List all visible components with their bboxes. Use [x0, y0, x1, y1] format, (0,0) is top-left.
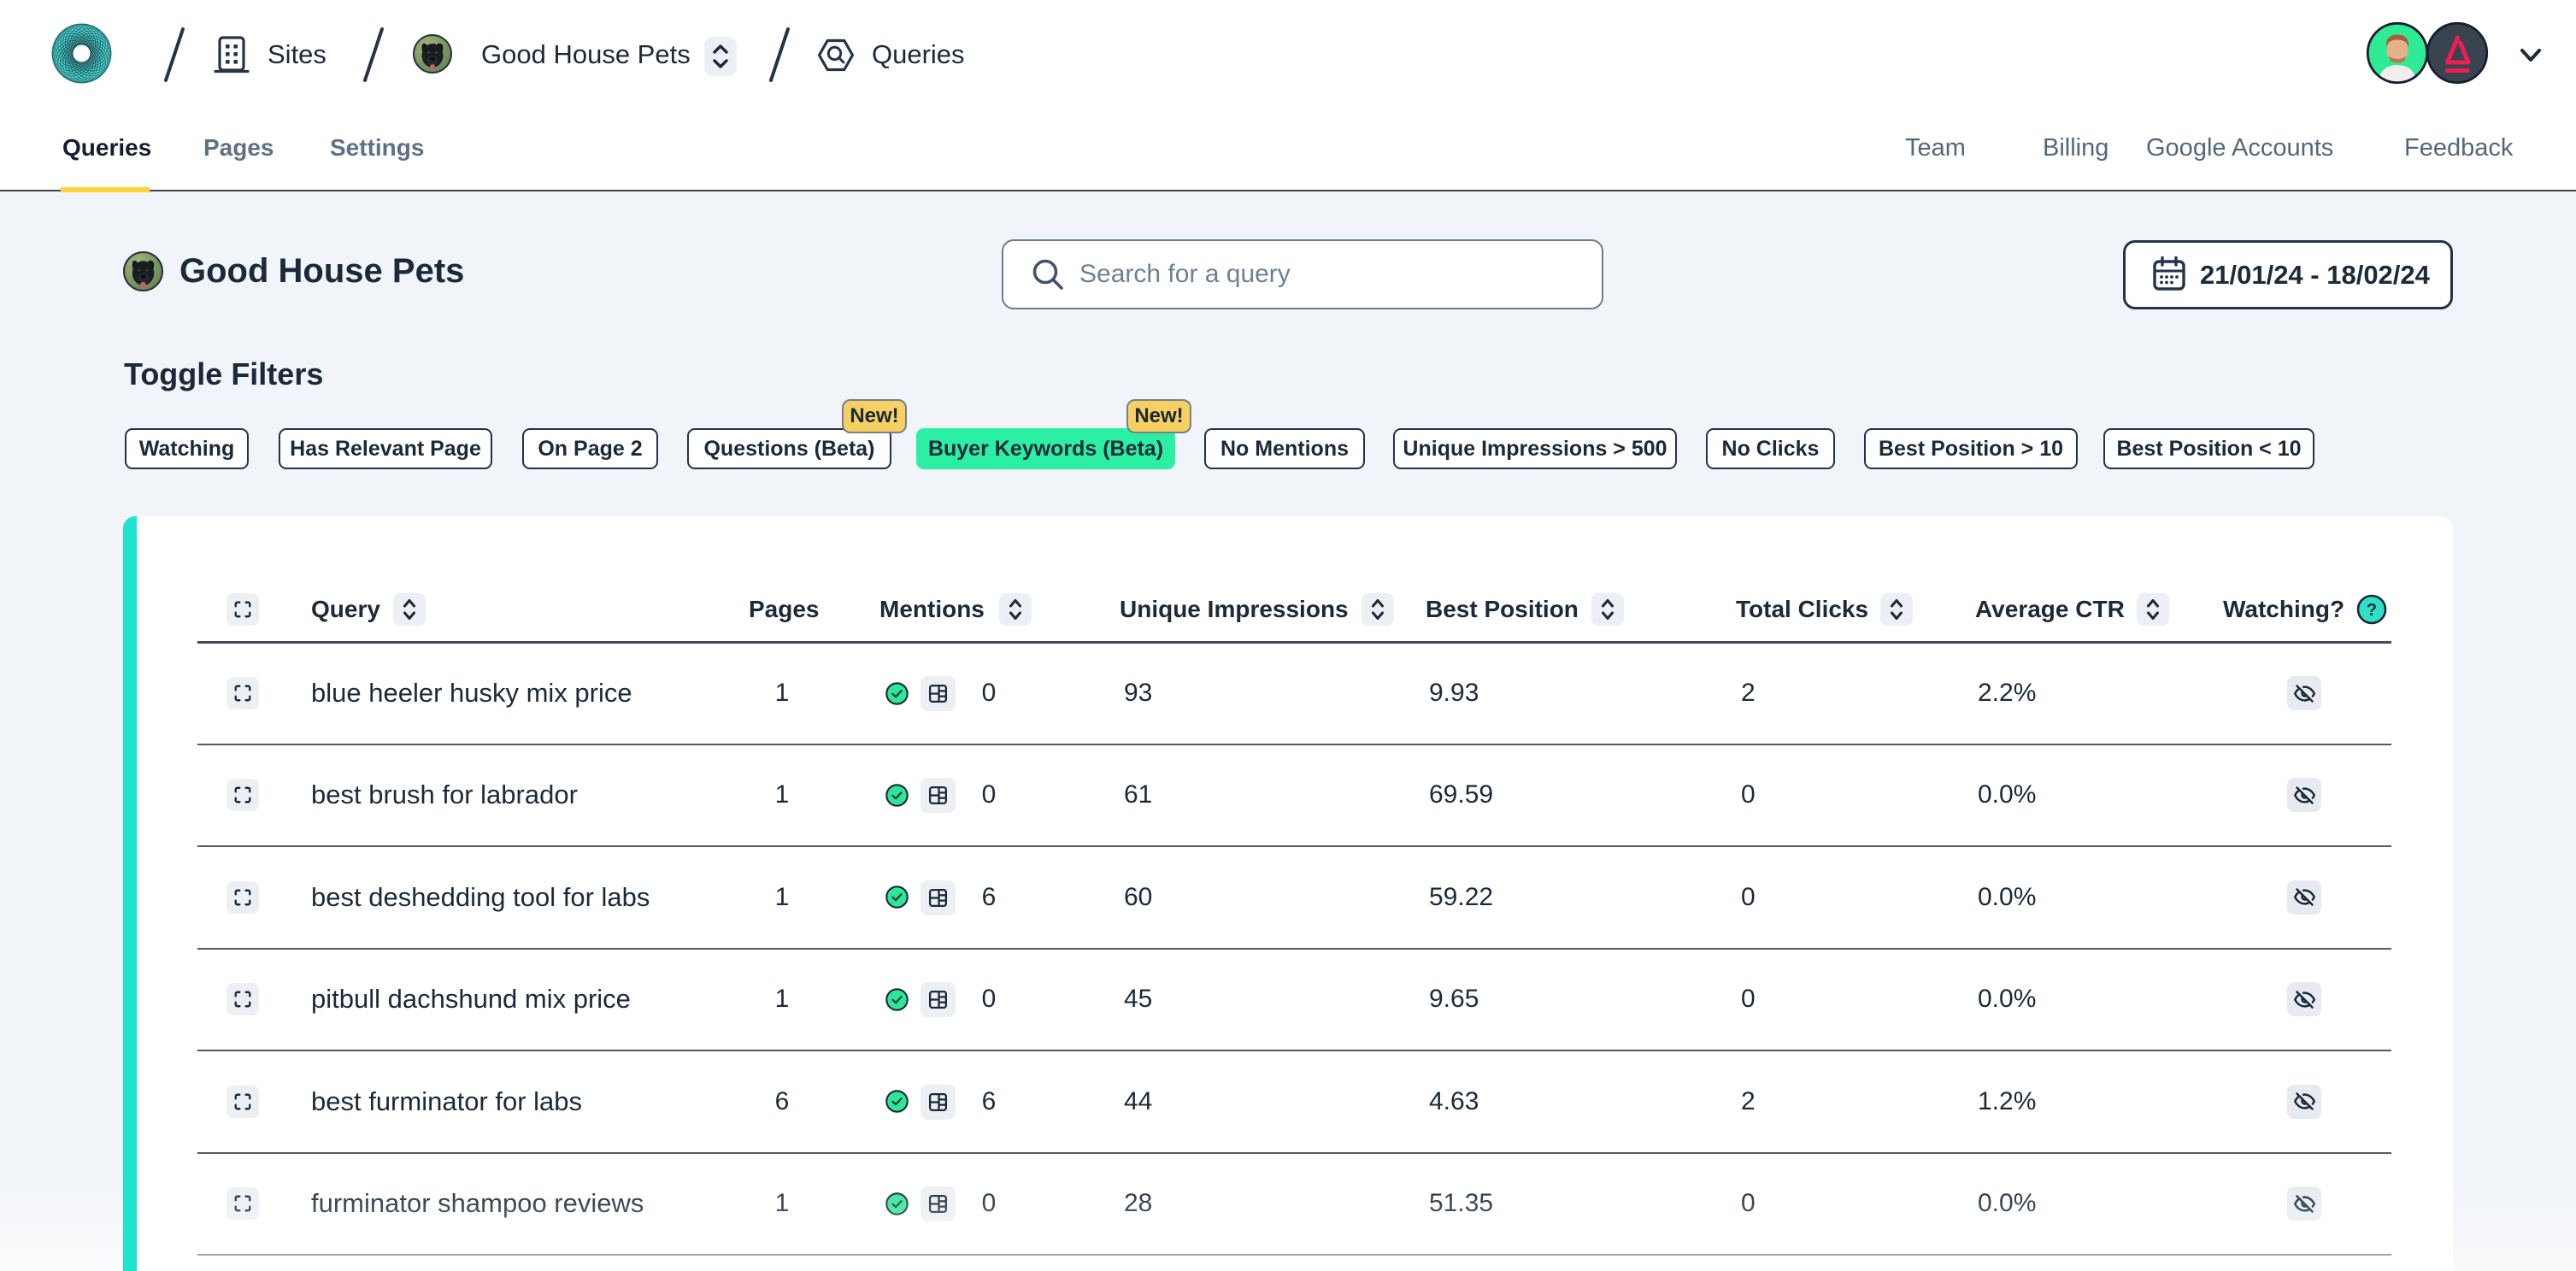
svg-text:?: ? — [2367, 601, 2377, 620]
